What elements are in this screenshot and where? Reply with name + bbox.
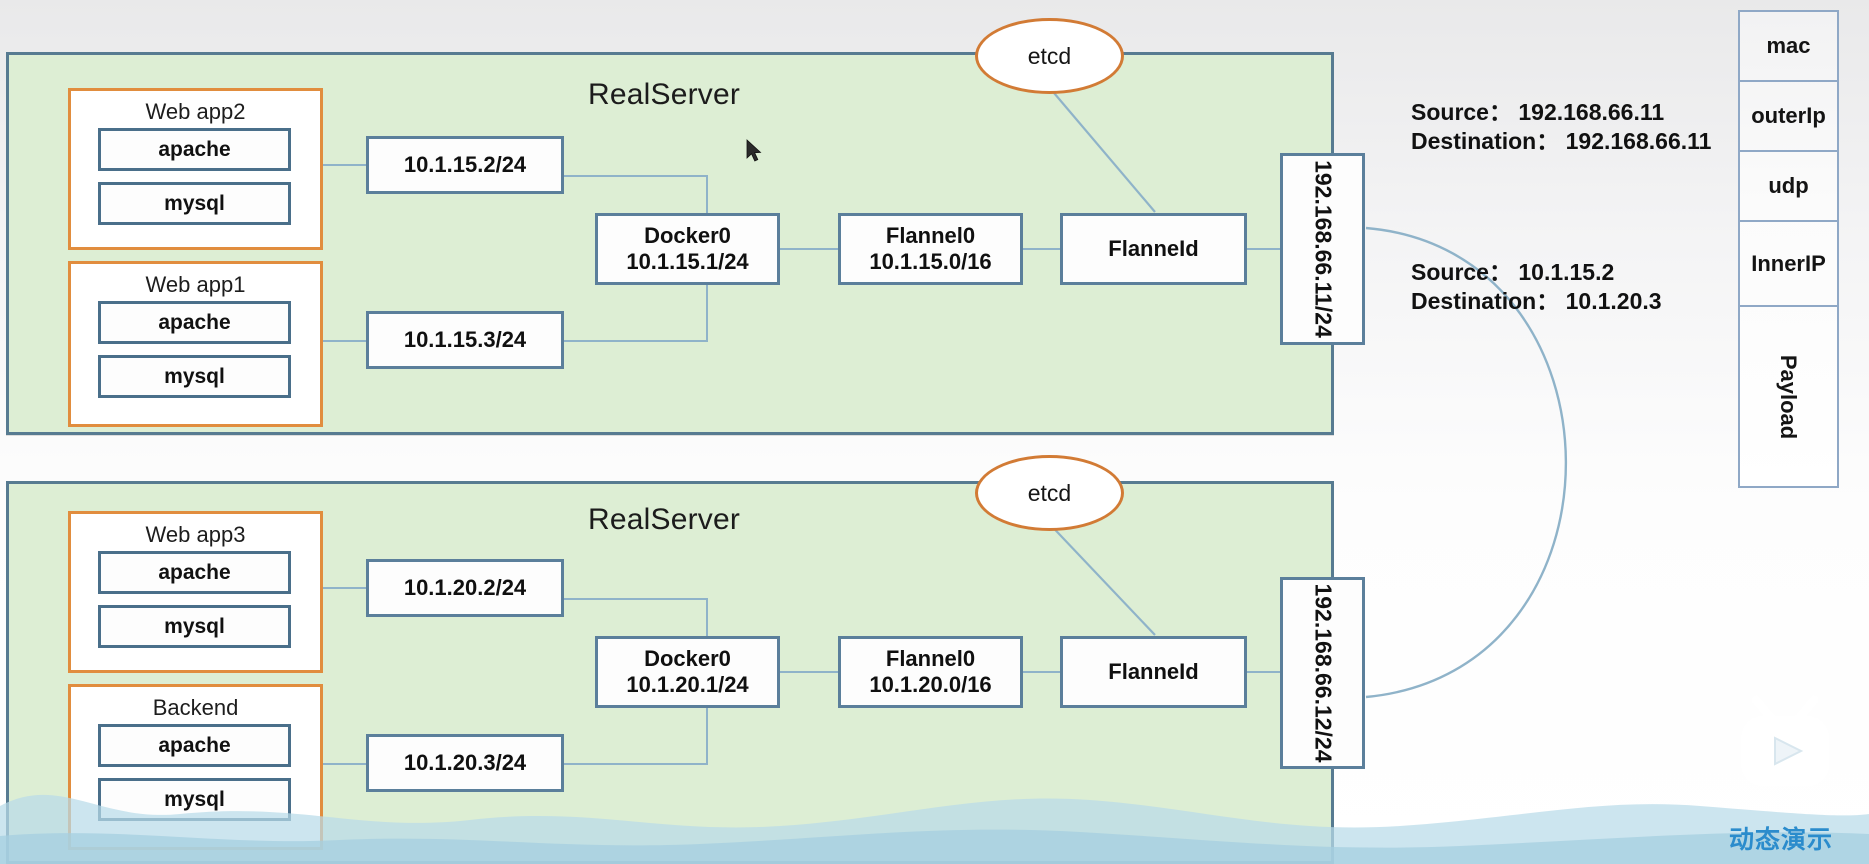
- flanneld-node-bottom: FlanneId: [1060, 636, 1247, 708]
- flannel0-name-top: Flannel0: [885, 223, 976, 249]
- app-title-backend: Backend: [152, 695, 239, 720]
- container-ip-10-1-15-3: 10.1.15.3/24: [366, 311, 564, 369]
- docker0-cidr-top: 10.1.15.1/24: [626, 249, 749, 274]
- watermark-text: 动态演示: [1729, 826, 1834, 854]
- docker0-cidr-bottom: 10.1.20.1/24: [626, 672, 749, 697]
- link-docker-flannel-top: [779, 248, 839, 250]
- app-box-backend: Backend: [68, 684, 323, 850]
- packet-layer-payload-label: Payload: [1776, 354, 1802, 439]
- packet-layer-outerip: outerIp: [1740, 82, 1837, 152]
- service-box-apache-web-app2: apache: [98, 128, 291, 171]
- flanneld-name-bottom: FlanneId: [1108, 659, 1199, 685]
- link-ip3-to-bus: [563, 598, 708, 600]
- app-title-web-app2: Web app2: [145, 99, 246, 124]
- host-ip-value-bottom: 192.168.66.12/24: [1309, 583, 1336, 763]
- bilibili-tv-logo-icon: [1741, 695, 1829, 786]
- container-ip-10-1-20-3: 10.1.20.3/24: [366, 734, 564, 792]
- annotation-outer-source: Source： 192.168.66.11: [1411, 99, 1665, 125]
- etcd-node-top: etcd: [975, 18, 1124, 94]
- service-box-mysql-web-app1: mysql: [98, 355, 291, 398]
- docker0-name-bottom: Docker0: [644, 646, 731, 672]
- diagram-canvas: RealServer Web app2 apache mysql Web app…: [0, 0, 1869, 864]
- host-ip-value-top: 192.168.66.11/24: [1309, 160, 1336, 338]
- etcd-node-bottom: etcd: [975, 455, 1124, 531]
- link-ip4-to-bus: [563, 763, 708, 765]
- annotation-outer-destination: Destination： 192.168.66.11: [1411, 128, 1712, 155]
- container-ip-10-1-20-2: 10.1.20.2/24: [366, 559, 564, 617]
- container-ip-value-2: 10.1.15.3/24: [403, 327, 527, 353]
- app-title-web-app3: Web app3: [145, 522, 246, 547]
- service-box-mysql-backend: mysql: [98, 778, 291, 821]
- annotation-inner-destination: Destination： 10.1.20.3: [1411, 288, 1662, 315]
- flannel0-node-bottom: Flannel0 10.1.20.0/16: [838, 636, 1023, 708]
- realserver-title-bottom: RealServer: [588, 503, 741, 536]
- container-ip-value-3: 10.1.20.2/24: [403, 575, 527, 601]
- link-ip1-to-bus: [563, 175, 708, 177]
- host-ip-box-bottom: 192.168.66.12/24: [1280, 577, 1365, 769]
- link-app2-to-ip: [323, 164, 368, 166]
- link-app3-to-ip: [323, 587, 368, 589]
- link-flanneld-hostip-bottom: [1246, 671, 1282, 673]
- link-flannel-flanneld-bottom: [1022, 671, 1061, 673]
- packet-layer-mac: mac: [1740, 12, 1837, 82]
- link-ip2-to-bus: [563, 340, 708, 342]
- mouse-cursor-icon: [746, 139, 762, 162]
- host-ip-box-top: 192.168.66.11/24: [1280, 153, 1365, 345]
- app-title-web-app1: Web app1: [145, 272, 246, 297]
- docker0-node-bottom: Docker0 10.1.20.1/24: [595, 636, 780, 708]
- flannel0-cidr-bottom: 10.1.20.0/16: [869, 672, 992, 697]
- docker0-node-top: Docker0 10.1.15.1/24: [595, 213, 780, 285]
- packet-layer-payload: Payload: [1740, 307, 1837, 486]
- realserver-title-top: RealServer: [588, 78, 741, 111]
- annotation-inner-source: Source： 10.1.15.2: [1411, 259, 1615, 285]
- service-box-apache-web-app1: apache: [98, 301, 291, 344]
- app-box-web-app1: Web app1: [68, 261, 323, 427]
- flanneld-node-top: FlanneId: [1060, 213, 1247, 285]
- flannel0-name-bottom: Flannel0: [885, 646, 976, 672]
- flanneld-name-top: FlanneId: [1108, 236, 1199, 262]
- service-box-apache-backend: apache: [98, 724, 291, 767]
- etcd-label-top: etcd: [1027, 42, 1072, 69]
- packet-layer-udp: udp: [1740, 152, 1837, 222]
- annotation-inner-header: Source： 10.1.15.2 Destination： 10.1.20.3: [1411, 258, 1662, 317]
- service-box-mysql-web-app3: mysql: [98, 605, 291, 648]
- container-ip-value-4: 10.1.20.3/24: [403, 750, 527, 776]
- link-flannel-flanneld-top: [1022, 248, 1061, 250]
- annotation-outer-header: Source： 192.168.66.11 Destination： 192.1…: [1411, 98, 1711, 157]
- service-box-mysql-web-app2: mysql: [98, 182, 291, 225]
- service-box-apache-web-app3: apache: [98, 551, 291, 594]
- link-docker-flannel-bottom: [779, 671, 839, 673]
- link-app1-to-ip: [323, 340, 368, 342]
- packet-layer-innerip: InnerIP: [1740, 222, 1837, 307]
- docker0-name-top: Docker0: [644, 223, 731, 249]
- link-backend-to-ip: [323, 763, 368, 765]
- etcd-label-bottom: etcd: [1027, 479, 1072, 506]
- flannel0-cidr-top: 10.1.15.0/16: [869, 249, 992, 274]
- link-flanneld-hostip-top: [1246, 248, 1282, 250]
- packet-structure-stack: mac outerIp udp InnerIP Payload: [1738, 10, 1839, 488]
- container-ip-value-1: 10.1.15.2/24: [403, 152, 527, 178]
- flannel0-node-top: Flannel0 10.1.15.0/16: [838, 213, 1023, 285]
- container-ip-10-1-15-2: 10.1.15.2/24: [366, 136, 564, 194]
